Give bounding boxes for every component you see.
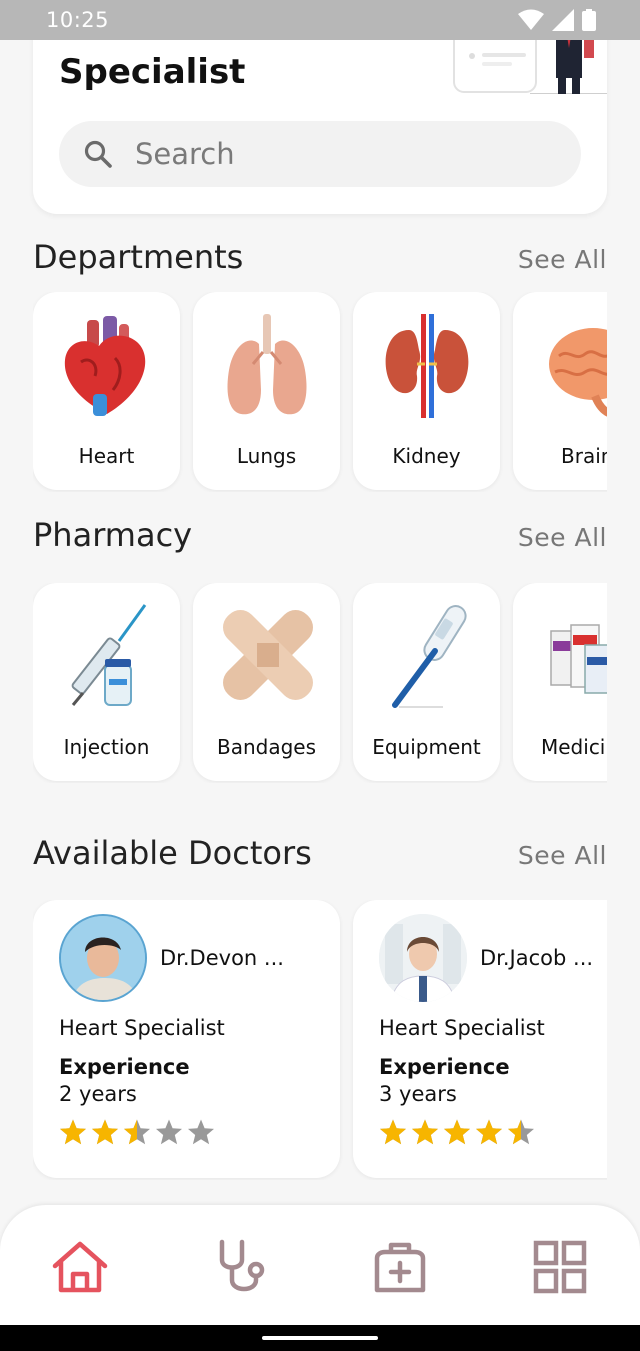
status-time: 10:25 <box>46 8 110 32</box>
doctor-name: Dr.Devon ... <box>160 946 284 970</box>
home-scroll[interactable]: Specialist Departments See All <box>0 40 640 1205</box>
syringe-icon <box>71 604 146 706</box>
thermometer-icon <box>391 605 467 708</box>
star-icon <box>124 1119 150 1145</box>
nav-menu[interactable] <box>528 1235 592 1299</box>
departments-see-all-link[interactable]: See All <box>518 245 607 274</box>
battery-icon <box>582 9 596 31</box>
doctors-see-all-link[interactable]: See All <box>518 841 607 870</box>
doctor-card[interactable]: Dr.Jacob ... Heart Specialist Experience… <box>353 900 607 1178</box>
star-icon <box>92 1119 118 1145</box>
experience-value: 2 years <box>59 1082 137 1106</box>
rating-stars <box>59 1118 215 1146</box>
search-bar[interactable] <box>59 121 581 187</box>
department-tile-lungs[interactable]: Lungs <box>193 292 340 490</box>
home-icon <box>52 1241 108 1293</box>
department-tile-brain[interactable]: Brain <box>513 292 607 490</box>
signal-icon <box>552 9 574 31</box>
pharmacy-header: Pharmacy See All <box>33 516 607 554</box>
pharmacy-list[interactable]: Injection Bandages Equipment Medici <box>33 583 607 783</box>
pharmacy-see-all-link[interactable]: See All <box>518 523 607 552</box>
star-icon <box>412 1119 438 1145</box>
pharmacy-label: Bandages <box>216 735 317 759</box>
star-icon <box>476 1119 502 1145</box>
doctor-specialty: Heart Specialist <box>59 1016 225 1040</box>
departments-header: Departments See All <box>33 238 607 276</box>
pharmacy-label: Equipment <box>372 735 481 759</box>
lungs-icon <box>227 314 306 415</box>
doctors-list[interactable]: Dr.Devon ... Heart Specialist Experience… <box>33 900 607 1180</box>
star-icon <box>60 1119 86 1145</box>
departments-title: Departments <box>33 238 244 276</box>
search-input[interactable] <box>135 137 515 171</box>
heart-organ-icon <box>64 316 145 416</box>
doctor-card[interactable]: Dr.Devon ... Heart Specialist Experience… <box>33 900 340 1178</box>
pharmacy-tile-equipment[interactable]: Equipment <box>353 583 500 781</box>
pharmacy-tile-medicine[interactable]: Medicine <box>513 583 607 781</box>
department-label: Kidney <box>392 444 461 468</box>
status-icons <box>518 9 596 31</box>
experience-value: 3 years <box>379 1082 457 1106</box>
department-label: Heart <box>78 444 135 468</box>
hero-title: Specialist <box>59 52 246 92</box>
doctor-avatar <box>379 914 467 1002</box>
bandage-icon <box>222 610 313 700</box>
star-icon <box>508 1119 534 1145</box>
pharmacy-label: Medicine <box>541 735 607 759</box>
nav-home[interactable] <box>48 1235 112 1299</box>
experience-label: Experience <box>59 1055 190 1079</box>
star-icon <box>380 1119 406 1145</box>
pharmacy-tile-bandages[interactable]: Bandages <box>193 583 340 781</box>
doctor-avatar <box>59 914 147 1002</box>
doctor-illustration <box>453 40 607 94</box>
nav-doctors[interactable] <box>208 1235 272 1299</box>
pharmacy-tile-injection[interactable]: Injection <box>33 583 180 781</box>
star-icon <box>156 1119 182 1145</box>
pharmacy-title: Pharmacy <box>33 516 193 554</box>
wifi-icon <box>518 9 544 30</box>
doctors-title: Available Doctors <box>33 834 312 872</box>
departments-list[interactable]: Heart Lungs Kidney Brai <box>33 292 607 492</box>
grid-icon <box>533 1240 587 1294</box>
doctors-header: Available Doctors See All <box>33 834 607 872</box>
department-label: Brain <box>561 444 607 468</box>
star-icon <box>188 1119 214 1145</box>
bottom-nav <box>0 1205 640 1325</box>
department-tile-heart[interactable]: Heart <box>33 292 180 490</box>
hero-card: Specialist <box>33 40 607 214</box>
kidney-icon <box>385 314 468 418</box>
stethoscope-icon <box>219 1239 265 1292</box>
search-icon <box>84 140 112 168</box>
rating-stars <box>379 1118 535 1146</box>
doctor-name: Dr.Jacob ... <box>480 946 594 970</box>
nav-pharmacy[interactable] <box>368 1235 432 1299</box>
medical-kit-icon <box>374 1242 426 1293</box>
brain-icon <box>549 328 607 417</box>
department-tile-kidney[interactable]: Kidney <box>353 292 500 490</box>
gesture-bar <box>0 1325 640 1351</box>
home-gesture-handle[interactable] <box>262 1336 378 1340</box>
experience-label: Experience <box>379 1055 510 1079</box>
medicine-boxes-icon <box>550 624 607 694</box>
department-label: Lungs <box>236 444 297 468</box>
pharmacy-label: Injection <box>63 735 150 759</box>
doctor-specialty: Heart Specialist <box>379 1016 545 1040</box>
status-bar: 10:25 <box>0 0 640 40</box>
star-icon <box>444 1119 470 1145</box>
